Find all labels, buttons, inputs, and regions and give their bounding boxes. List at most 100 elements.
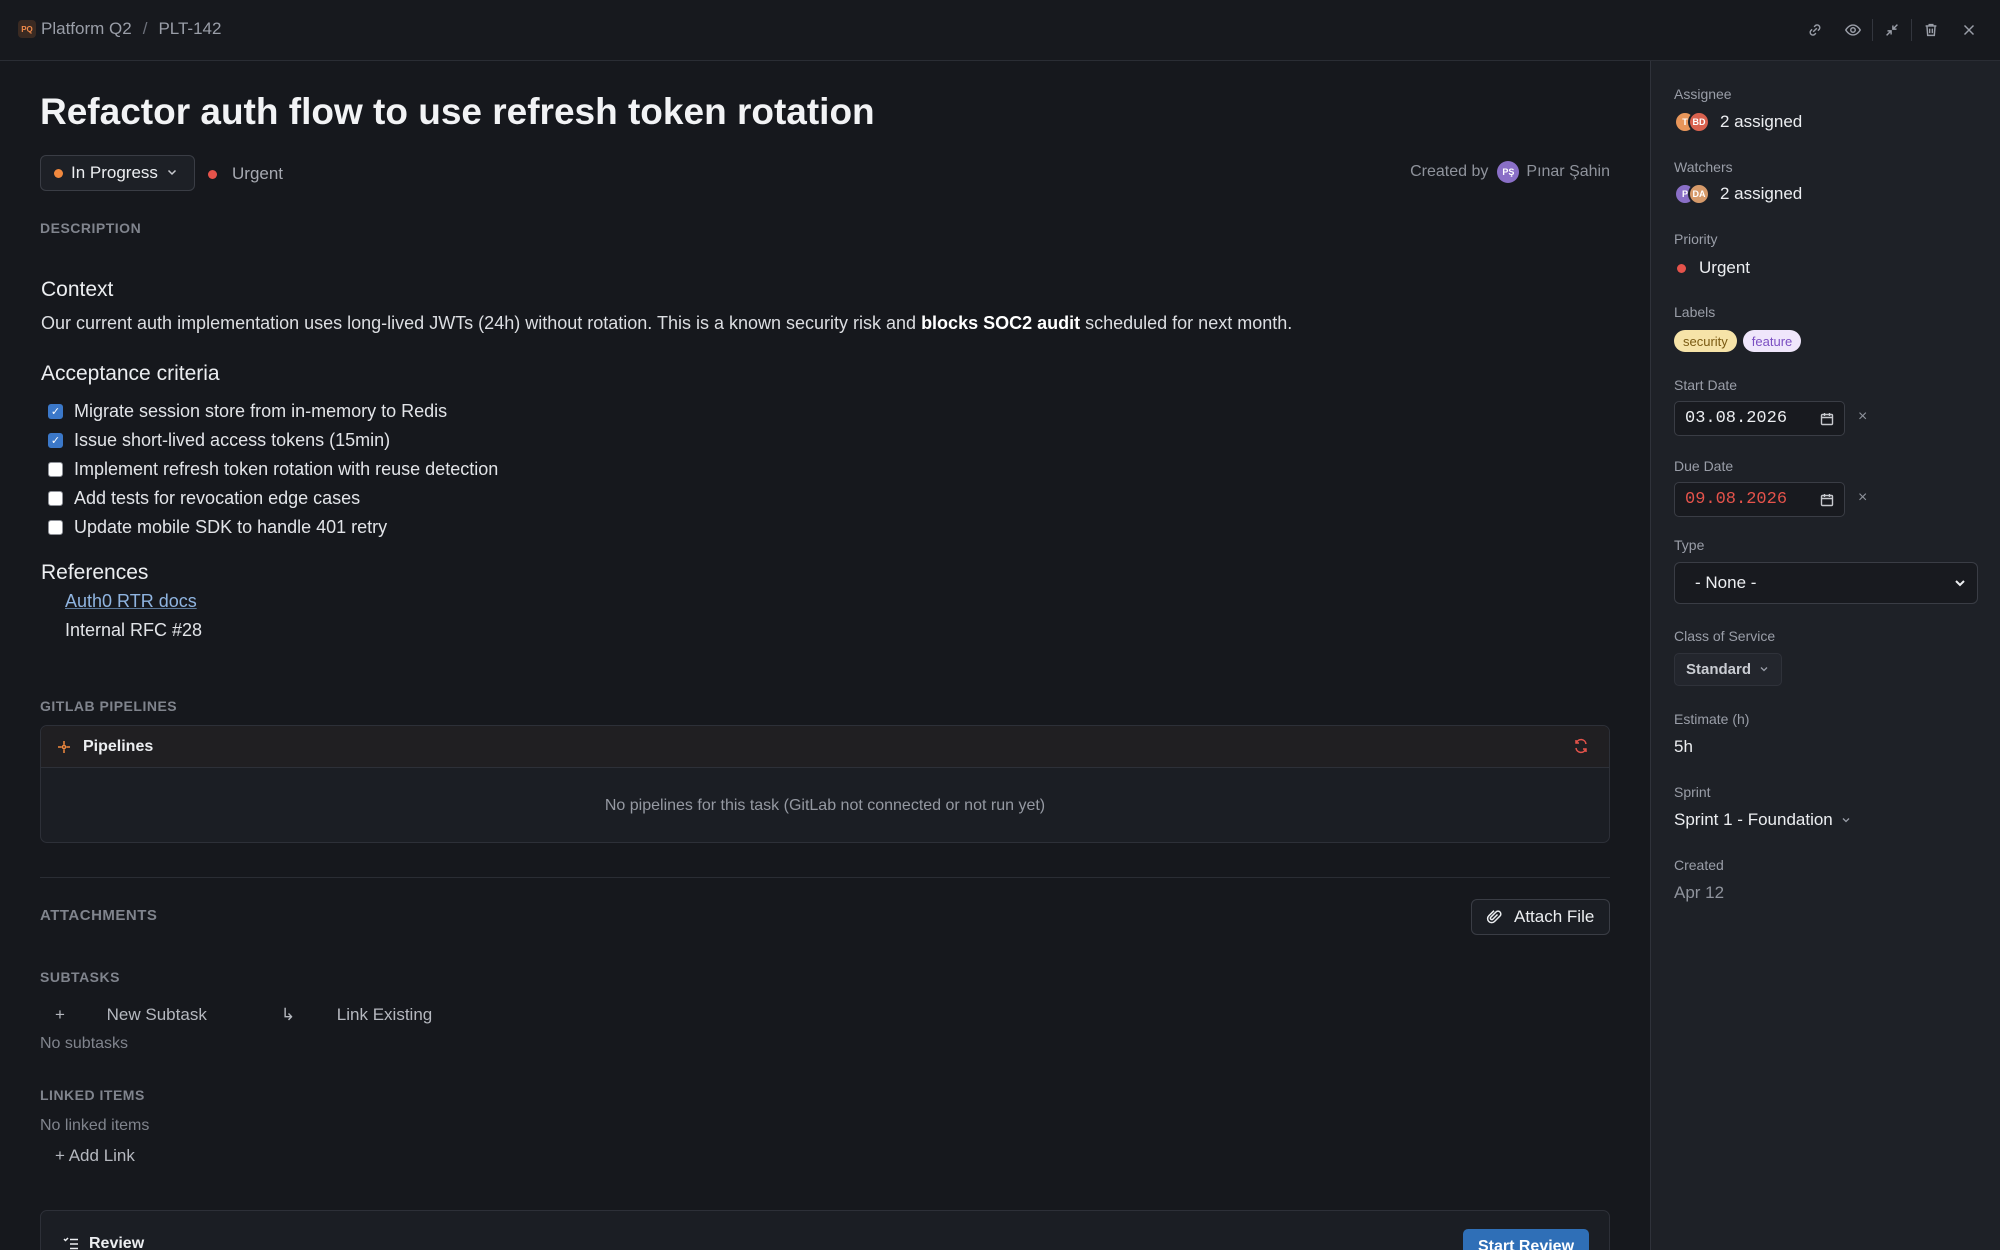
review-title: Review xyxy=(89,1235,145,1250)
creator-avatar: PŞ xyxy=(1497,161,1520,183)
link-arrow-icon: ↳ xyxy=(280,1005,300,1024)
link-existing-button[interactable]: ↳ Link Existing xyxy=(281,1005,469,1025)
labels-label: Labels xyxy=(1674,304,1716,320)
priority-label: Urgent xyxy=(232,164,284,183)
subtasks-section-label: SUBTASKS xyxy=(40,969,120,985)
breadcrumb-project[interactable]: Platform Q2 xyxy=(41,19,132,39)
criteria-label: Implement refresh token rotation with re… xyxy=(74,459,499,479)
attachments-section-label: ATTACHMENTS xyxy=(40,907,158,924)
created-by-label: Created by xyxy=(1410,163,1489,180)
sprint-value: Sprint 1 - Foundation xyxy=(1674,810,1833,829)
estimate-value[interactable]: 5h xyxy=(1674,737,1693,757)
reference-link[interactable]: Auth0 RTR docs xyxy=(65,591,202,620)
checkbox-unchecked[interactable] xyxy=(48,462,63,477)
sprint-dropdown[interactable]: Sprint 1 - Foundation xyxy=(1674,810,1851,830)
criteria-heading: Acceptance criteria xyxy=(41,362,220,385)
calendar-icon[interactable] xyxy=(1820,412,1834,432)
watchers-field[interactable]: P DA 2 assigned xyxy=(1674,183,1802,205)
linked-items-section-label: LINKED ITEMS xyxy=(40,1087,145,1103)
status-dropdown[interactable]: In Progress xyxy=(40,155,195,191)
close-icon[interactable] xyxy=(1950,11,1988,49)
pipelines-card: Pipelines No pipelines for this task (Gi… xyxy=(40,725,1610,843)
checkbox-unchecked[interactable] xyxy=(48,491,63,506)
refresh-icon[interactable] xyxy=(1573,738,1589,759)
assignee-field[interactable]: T BD 2 assigned xyxy=(1674,111,1802,133)
breadcrumb-task-id[interactable]: PLT-142 xyxy=(158,19,221,39)
chevron-down-icon xyxy=(1953,575,1967,595)
task-title[interactable]: Refactor auth flow to use refresh token … xyxy=(40,91,875,133)
add-link-label: Add Link xyxy=(68,1146,135,1165)
link-icon[interactable] xyxy=(1796,11,1834,49)
gitlab-icon xyxy=(57,740,71,754)
subtasks-empty-state: No subtasks xyxy=(40,1035,129,1052)
new-subtask-label: New Subtask xyxy=(106,1005,207,1024)
plus-icon: + xyxy=(55,1146,69,1165)
pipelines-section-label: GITLAB PIPELINES xyxy=(40,698,178,714)
eye-icon[interactable] xyxy=(1834,11,1872,49)
top-bar: PQ Platform Q2 / PLT-142 xyxy=(0,0,2000,61)
subtask-actions: + New Subtask ↳ Link Existing xyxy=(55,1005,506,1025)
clear-due-date-icon[interactable]: × xyxy=(1858,489,1867,507)
priority-indicator: Urgent xyxy=(208,164,283,184)
type-label: Type xyxy=(1674,537,1705,553)
pipelines-header: Pipelines xyxy=(41,726,1609,768)
checkbox-unchecked[interactable] xyxy=(48,520,63,535)
created-value: Apr 12 xyxy=(1674,883,1725,902)
context-heading: Context xyxy=(41,278,114,301)
avatar: BD xyxy=(1688,111,1710,133)
priority-field[interactable]: Urgent xyxy=(1674,258,1750,278)
acceptance-criteria-list: ✓ Migrate session store from in-memory t… xyxy=(48,397,498,542)
created-by: Created by PŞ Pınar Şahin xyxy=(1410,161,1610,183)
start-date-input[interactable]: 03.08.2026 xyxy=(1674,401,1845,436)
watcher-avatars: P DA xyxy=(1674,183,1710,205)
task-detail-main: Refactor auth flow to use refresh token … xyxy=(0,61,1650,1250)
labels-field[interactable]: security feature xyxy=(1674,330,1807,352)
start-review-button[interactable]: Start Review xyxy=(1463,1229,1589,1250)
watchers-label: Watchers xyxy=(1674,159,1733,175)
attach-file-label: Attach File xyxy=(1514,907,1595,926)
class-of-service-dropdown[interactable]: Standard xyxy=(1674,653,1782,686)
criteria-label: Add tests for revocation edge cases xyxy=(74,488,361,508)
start-date-label: Start Date xyxy=(1674,377,1738,393)
label-tag-feature[interactable]: feature xyxy=(1742,330,1802,352)
creator-name: Pınar Şahin xyxy=(1526,163,1610,180)
chevron-down-icon xyxy=(1841,815,1851,825)
project-badge-icon: PQ xyxy=(18,20,36,38)
type-select[interactable]: - None - xyxy=(1674,562,1978,604)
sprint-label: Sprint xyxy=(1674,784,1711,800)
description-section-label: DESCRIPTION xyxy=(40,220,142,236)
clear-start-date-icon[interactable]: × xyxy=(1858,408,1867,426)
plus-icon: + xyxy=(55,1005,70,1024)
linked-items-empty-state: No linked items xyxy=(40,1117,150,1134)
collapse-icon[interactable] xyxy=(1873,11,1911,49)
context-bold-text: blocks SOC2 audit xyxy=(921,313,1081,333)
priority-dot-icon xyxy=(208,169,217,179)
checkbox-checked[interactable]: ✓ xyxy=(48,433,63,448)
label-tag-security[interactable]: security xyxy=(1674,330,1737,352)
reference-text: Internal RFC #28 xyxy=(65,620,203,640)
checkbox-checked[interactable]: ✓ xyxy=(48,404,63,419)
trash-icon[interactable] xyxy=(1912,11,1950,49)
status-dot-icon xyxy=(54,168,63,178)
criteria-label: Issue short-lived access tokens (15min) xyxy=(74,430,391,450)
top-actions xyxy=(1796,0,2000,60)
criteria-item: ✓ Migrate session store from in-memory t… xyxy=(48,397,498,426)
priority-dot-icon xyxy=(1677,263,1686,273)
new-subtask-button[interactable]: + New Subtask xyxy=(55,1005,244,1025)
calendar-icon[interactable] xyxy=(1820,493,1834,513)
assignee-label: Assignee xyxy=(1674,86,1732,102)
add-link-button[interactable]: + Add Link xyxy=(55,1146,135,1166)
paperclip-icon xyxy=(1486,910,1502,924)
context-text: Our current auth implementation uses lon… xyxy=(41,313,922,333)
criteria-item: Implement refresh token rotation with re… xyxy=(48,455,498,484)
criteria-label: Migrate session store from in-memory to … xyxy=(74,401,448,421)
attach-file-button[interactable]: Attach File xyxy=(1471,899,1610,935)
status-label: In Progress xyxy=(71,163,158,182)
priority-value: Urgent xyxy=(1699,258,1751,277)
criteria-item: ✓ Issue short-lived access tokens (15min… xyxy=(48,426,498,455)
due-date-input[interactable]: 09.08.2026 xyxy=(1674,482,1845,517)
references-heading: References xyxy=(41,561,149,584)
watchers-value: 2 assigned xyxy=(1720,184,1803,203)
breadcrumb-separator: / xyxy=(142,19,148,38)
section-divider xyxy=(40,877,1610,878)
